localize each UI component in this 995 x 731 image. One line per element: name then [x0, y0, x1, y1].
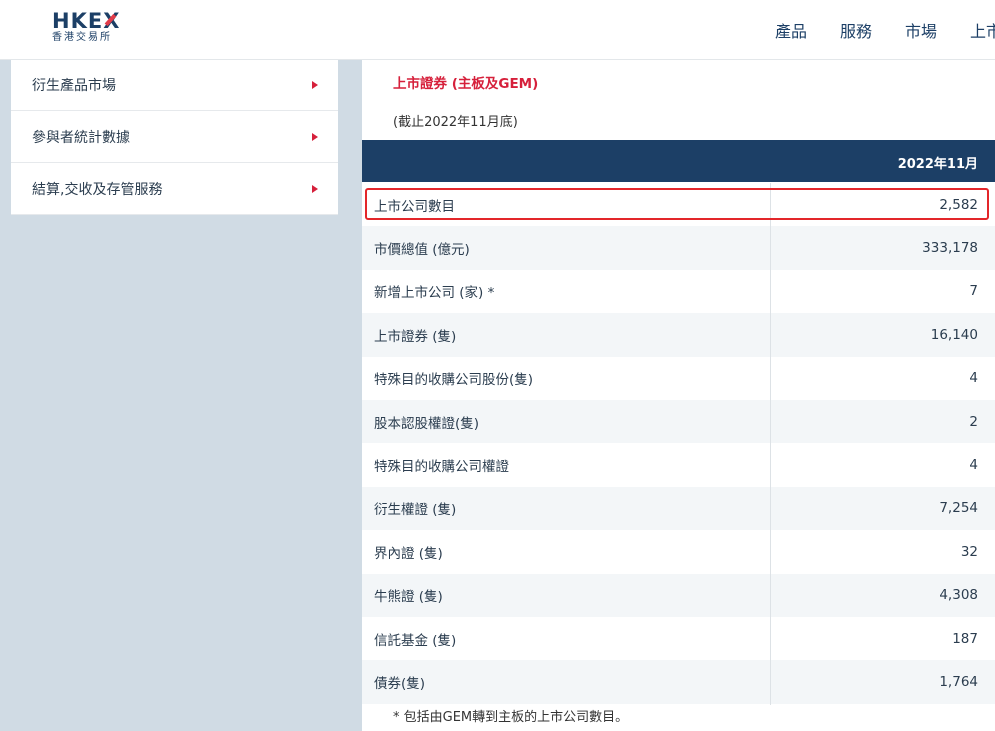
main-content: 上市證券 (主板及GEM) (截止2022年11月底) 2022年11月 上市公…	[362, 60, 995, 731]
chevron-right-icon	[312, 132, 318, 141]
row-value: 2	[969, 413, 978, 430]
row-label: 新增上市公司 (家) *	[374, 285, 495, 302]
row-label: 衍生權證 (隻)	[374, 502, 457, 519]
row-label: 特殊目的收購公司股份(隻)	[374, 372, 534, 389]
sidebar-item-participant-stats[interactable]: 參與者統計數據	[11, 111, 338, 163]
nav-listing[interactable]: 上市	[970, 18, 995, 42]
row-value: 1,764	[939, 673, 978, 690]
row-label: 信託基金 (隻)	[374, 632, 457, 649]
table-row: 衍生權證 (隻) 7,254	[362, 486, 995, 531]
table-row: 特殊目的收購公司權證 4	[362, 443, 995, 486]
sidebar-item-label: 結算,交收及存管服務	[32, 181, 163, 198]
table-row: 上市證券 (隻) 16,140	[362, 313, 995, 357]
row-value: 4	[969, 457, 978, 474]
stats-table: 上市公司數目 2,582 市價總值 (億元) 333,178 新增上市公司 (家) …	[362, 183, 995, 704]
table-row: 特殊目的收購公司股份(隻) 4	[362, 357, 995, 400]
row-label: 市價總值 (億元)	[374, 242, 470, 259]
logo-wordmark: HKEX	[52, 9, 121, 33]
table-row: 信託基金 (隻) 187	[362, 617, 995, 660]
chevron-right-icon	[312, 81, 318, 89]
table-row: 市價總值 (億元) 333,178	[362, 226, 995, 270]
row-label: 上市證券 (隻)	[374, 328, 457, 345]
logo-subtext: 香港交易所	[52, 32, 112, 43]
row-value: 32	[960, 543, 978, 560]
table-row: 牛熊證 (隻) 4,308	[362, 573, 995, 617]
row-value: 4,308	[939, 587, 978, 604]
footnote: * 包括由GEM轉到主板的上市公司數目。	[393, 710, 629, 725]
row-value: 16,140	[930, 326, 978, 343]
highlight-box	[365, 188, 989, 220]
row-value: 7,254	[939, 500, 978, 517]
column-header-month: 2022年11月	[897, 157, 978, 172]
column-divider	[770, 183, 771, 705]
row-label: 牛熊證 (隻)	[374, 589, 443, 606]
row-label: 特殊目的收購公司權證	[374, 459, 509, 476]
section-title: 上市證券 (主板及GEM)	[393, 76, 539, 92]
row-label: 債券(隻)	[374, 675, 426, 692]
nav-products[interactable]: 產品	[775, 18, 807, 42]
table-row: 新增上市公司 (家) * 7	[362, 270, 995, 313]
sidebar: 衍生產品市場 參與者統計數據 結算,交收及存管服務	[11, 60, 338, 215]
row-value: 4	[969, 370, 978, 387]
sidebar-item-derivatives-market[interactable]: 衍生產品市場	[11, 60, 338, 111]
table-row: 界內證 (隻) 32	[362, 530, 995, 573]
chevron-right-icon	[312, 184, 318, 193]
nav-services[interactable]: 服務	[840, 18, 872, 42]
table-header: 2022年11月	[362, 140, 995, 182]
as-of-date: (截止2022年11月底)	[393, 115, 518, 130]
table-row: 債券(隻) 1,764	[362, 660, 995, 704]
table-row: 股本認股權證(隻) 2	[362, 399, 995, 444]
row-value: 7	[969, 283, 978, 300]
site-header: HKEX 香港交易所 產品 服務 市場 上市	[0, 0, 995, 60]
hkex-logo[interactable]: HKEX 香港交易所	[52, 10, 124, 44]
row-label: 界內證 (隻)	[374, 545, 443, 562]
sidebar-item-label: 參與者統計數據	[32, 129, 130, 146]
nav-market[interactable]: 市場	[905, 18, 937, 42]
sidebar-item-label: 衍生產品市場	[32, 78, 116, 94]
sidebar-item-clearing-services[interactable]: 結算,交收及存管服務	[11, 163, 338, 215]
row-value: 333,178	[922, 240, 978, 257]
row-label: 股本認股權證(隻)	[374, 415, 480, 432]
row-value: 187	[952, 630, 978, 647]
main-nav: 產品 服務 市場 上市	[775, 0, 995, 60]
